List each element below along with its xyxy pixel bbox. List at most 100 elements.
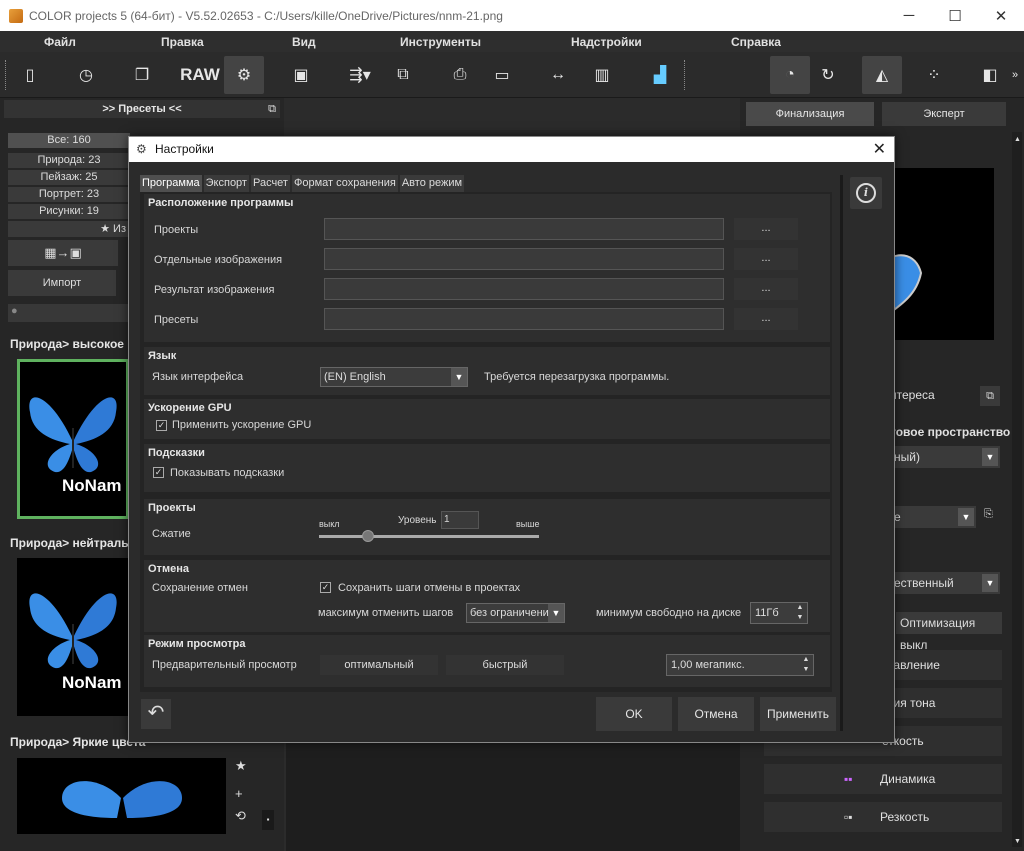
import-button[interactable]: Импорт: [8, 270, 116, 296]
app-icon: [9, 8, 23, 23]
maximize-button[interactable]: ☐: [932, 0, 978, 31]
language-select[interactable]: (EN) English ▼: [320, 367, 468, 387]
info-button[interactable]: i: [850, 177, 882, 209]
print-icon[interactable]: ⎙: [440, 56, 480, 94]
preset-thumb-1[interactable]: NoNam: [17, 359, 129, 519]
color-space-combo[interactable]: ный) ▼: [888, 446, 1000, 468]
tab-calculation[interactable]: Расчет: [250, 175, 290, 192]
auto-adjust-icon[interactable]: ◔: [770, 56, 810, 94]
reset-undo-icon[interactable]: ↶: [141, 699, 171, 729]
images-path-input[interactable]: [324, 248, 724, 270]
level-input[interactable]: 1: [441, 511, 479, 529]
ruler-icon[interactable]: ▥: [582, 56, 622, 94]
optimization-button[interactable]: Оптимизация выкл: [896, 612, 1002, 652]
presets-browse-button[interactable]: ...: [734, 308, 798, 330]
category-portrait[interactable]: Портрет: 23: [8, 187, 130, 202]
right-scrollbar[interactable]: ▲ ▼: [1012, 132, 1022, 847]
close-icon[interactable]: ✕: [873, 137, 886, 162]
grid-save-button[interactable]: ▦→▣: [8, 240, 118, 266]
cancel-button[interactable]: Отмена: [678, 697, 754, 731]
color-space-value: ный): [894, 450, 920, 464]
undo-save-checkbox[interactable]: ✓: [320, 582, 331, 593]
scroll-down-icon[interactable]: ▪: [262, 810, 274, 830]
category-all[interactable]: Все: 160: [8, 133, 130, 148]
batch-icon[interactable]: ⧉: [383, 56, 423, 94]
mode-combo[interactable]: ественный ▼: [888, 572, 1000, 594]
compression-slider-track[interactable]: [319, 535, 539, 538]
hints-checkbox[interactable]: ✓: [153, 467, 164, 478]
language-section: Язык Язык интерфейса (EN) English ▼ Требу…: [144, 347, 830, 395]
toolbar-separator: [684, 60, 686, 90]
menu-file[interactable]: Файл: [44, 35, 76, 49]
split-view-icon[interactable]: ⁘: [914, 56, 954, 94]
save-icon[interactable]: ▣: [281, 56, 321, 94]
max-undo-select[interactable]: без ограничени ▼: [466, 603, 565, 623]
preset-search-input[interactable]: ●: [8, 304, 130, 322]
settings-icon[interactable]: ⚙: [224, 56, 264, 94]
tab-program[interactable]: Программа: [140, 175, 202, 192]
chevron-down-icon: ▼: [982, 574, 998, 592]
export-menu-icon[interactable]: ⇶▾: [340, 56, 380, 94]
new-file-icon[interactable]: ▯: [10, 56, 50, 94]
spinner-arrows-icon[interactable]: ▲ ▼: [799, 655, 813, 675]
redo-icon[interactable]: ↻: [808, 56, 848, 94]
favorite-star-icon[interactable]: ★: [235, 758, 247, 774]
result-path-input[interactable]: [324, 278, 724, 300]
menu-edit[interactable]: Правка: [161, 35, 204, 49]
scroll-up-icon[interactable]: ▲: [1014, 136, 1021, 143]
add-preset-icon[interactable]: +: [235, 786, 243, 801]
histogram-icon[interactable]: ▟: [640, 56, 680, 94]
open-files-icon[interactable]: ❐: [122, 56, 162, 94]
projects-path-input[interactable]: [324, 218, 724, 240]
flip-icon[interactable]: ◧: [970, 56, 1010, 94]
preset-thumb-2[interactable]: NoNam: [17, 558, 129, 716]
profile-combo[interactable]: е ▼: [888, 506, 976, 528]
minimize-button[interactable]: ─: [886, 0, 932, 31]
menu-help[interactable]: Справка: [731, 35, 781, 49]
apply-button[interactable]: Применить: [760, 697, 836, 731]
sharpness-row[interactable]: ▫▪ Резкость: [764, 802, 1002, 832]
favorites-button[interactable]: ★ Из: [8, 221, 128, 237]
workspace-top-strip: [286, 98, 740, 138]
star-icon: ★: [100, 223, 110, 235]
copy-icon[interactable]: ⧉: [980, 386, 1000, 406]
min-free-spinner[interactable]: 11Гб ▲ ▼: [750, 602, 808, 624]
film-icon[interactable]: ▭: [482, 56, 522, 94]
images-browse-button[interactable]: ...: [734, 248, 798, 270]
refresh-icon[interactable]: ⟲: [235, 808, 246, 824]
ok-button[interactable]: OK: [596, 697, 672, 731]
preview-fast-button[interactable]: быстрый: [446, 655, 564, 675]
scroll-down-icon[interactable]: ▼: [1014, 838, 1021, 845]
raw-button[interactable]: RAW: [180, 56, 220, 94]
gpu-checkbox[interactable]: ✓: [156, 420, 167, 431]
menu-tools[interactable]: Инструменты: [400, 35, 481, 49]
compression-slider-thumb[interactable]: [362, 530, 374, 542]
megapixels-spinner[interactable]: 1,00 мегапикс. ▲ ▼: [666, 654, 814, 676]
color-space-label: товое пространство: [890, 425, 1011, 439]
preset-thumb-3[interactable]: [17, 758, 226, 834]
projects-browse-button[interactable]: ...: [734, 218, 798, 240]
tab-expert[interactable]: Эксперт: [882, 102, 1006, 126]
tab-save-format[interactable]: Формат сохранения: [291, 175, 398, 192]
close-window-button[interactable]: ✕: [978, 0, 1024, 31]
compare-icon[interactable]: ◭: [862, 56, 902, 94]
save-profile-icon[interactable]: ⎘: [984, 508, 993, 521]
menu-view[interactable]: Вид: [292, 35, 316, 49]
resize-icon[interactable]: ↔: [538, 56, 578, 94]
category-nature[interactable]: Природа: 23: [8, 153, 130, 168]
spinner-arrows-icon[interactable]: ▲ ▼: [793, 603, 807, 623]
dynamics-row[interactable]: ▪▪ Динамика: [764, 764, 1002, 794]
category-drawings[interactable]: Рисунки: 19: [8, 204, 130, 219]
history-icon[interactable]: ◷: [66, 56, 106, 94]
presets-path-input[interactable]: [324, 308, 724, 330]
result-browse-button[interactable]: ...: [734, 278, 798, 300]
pin-icon[interactable]: ⧉: [268, 100, 276, 118]
interface-language-label: Язык интерфейса: [152, 371, 244, 383]
preview-optimal-button[interactable]: оптимальный: [320, 655, 438, 675]
tab-export[interactable]: Экспорт: [203, 175, 249, 192]
category-landscape[interactable]: Пейзаж: 25: [8, 170, 130, 185]
tab-auto-mode[interactable]: Авто режим: [399, 175, 465, 192]
menu-addons[interactable]: Надстройки: [571, 35, 642, 49]
tab-finalization[interactable]: Финализация: [746, 102, 874, 126]
toolbar-more-icon[interactable]: »: [1006, 56, 1024, 94]
